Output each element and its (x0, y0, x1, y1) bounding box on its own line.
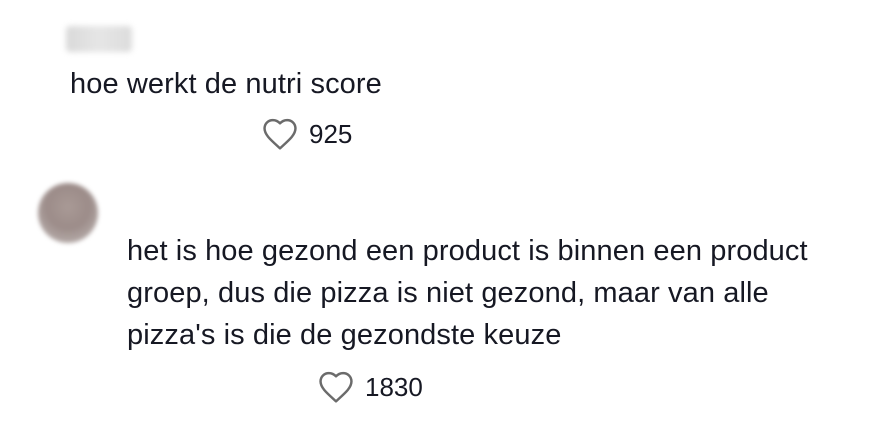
comment-text: hoe werkt de nutri score (70, 68, 382, 100)
like-button[interactable]: 1830 (317, 370, 423, 404)
like-count: 1830 (365, 371, 423, 402)
heart-outline-icon[interactable] (261, 117, 299, 151)
like-count: 925 (309, 118, 353, 149)
like-button[interactable]: 925 (261, 117, 352, 151)
heart-outline-icon[interactable] (317, 370, 355, 404)
avatar[interactable] (38, 183, 98, 243)
comment-text: het is hoe gezond een product is binnen … (127, 235, 808, 351)
username-blurred[interactable] (66, 26, 132, 52)
